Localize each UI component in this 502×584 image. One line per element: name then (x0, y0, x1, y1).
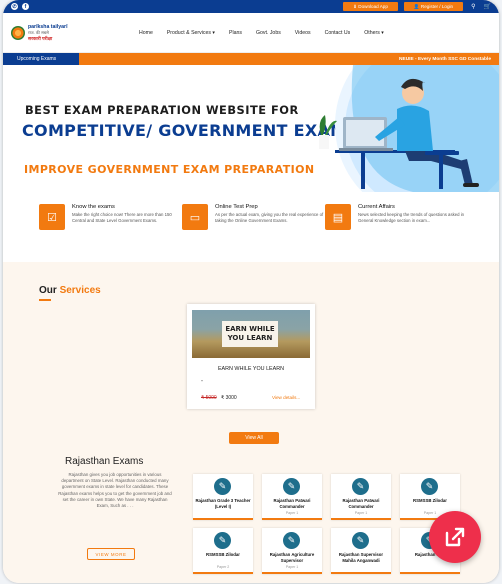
exam-paper: Paper 1 (354, 511, 368, 515)
facebook-icon[interactable]: f (22, 3, 29, 10)
feature-online-test-prep[interactable]: ▭ Online Test Prep As per the actual exa… (182, 204, 325, 260)
feature-title: Know the exams (72, 204, 115, 210)
exam-name: Rajasthan Grade 3 Teacher (Level I) (195, 498, 251, 509)
rajasthan-title: Rajasthan Exams (65, 456, 144, 467)
monitor-icon: ▭ (182, 204, 208, 230)
services-title-underline (39, 299, 51, 301)
cart-icon[interactable]: 🛒 (484, 3, 491, 10)
feature-title: Online Test Prep (215, 204, 258, 210)
service-card-price: ₹ 3000 (221, 395, 237, 401)
hero-section: BEST EXAM PREPARATION WEBSITE FOR COMPET… (3, 65, 499, 192)
exam-icon: ✎ (283, 532, 300, 549)
top-bar: ✆ f ⬇ Download App 👤 Register / Login ⚲ … (3, 0, 499, 13)
download-app-label: Download App (358, 4, 388, 9)
exam-name: Rajasthan Patwari Commander (273, 498, 311, 509)
menu-home[interactable]: Home (139, 30, 153, 36)
exam-card[interactable]: ✎ Rajasthan Patwari Commander Paper 1 (331, 474, 391, 520)
checklist-icon: ☑ (39, 204, 65, 230)
exam-icon: ✎ (283, 478, 300, 495)
external-link-icon (445, 527, 465, 547)
ticker-label: Upcoming Exams (3, 53, 79, 65)
services-title-plain: Our (39, 285, 60, 296)
feature-title: Current Affairs (358, 204, 395, 210)
features-row: ☑ Know the exams Make the right choice n… (3, 192, 499, 260)
hero-illustration (319, 65, 499, 192)
exam-name: RSMSSB Zilodar (413, 498, 447, 503)
main-nav: parîksha tailyarî राज. की सबसे सरकारी पर… (3, 13, 499, 53)
whatsapp-icon[interactable]: ✆ (11, 3, 18, 10)
exam-card[interactable]: ✎ Rajasthan Grade 3 Teacher (Level I) (193, 474, 253, 520)
service-card-title: EARN WHILE YOU LEARN (217, 366, 285, 372)
exam-name: RSMSSB Zilodar (206, 552, 240, 557)
service-card-view-details[interactable]: View details... (272, 395, 300, 400)
site-logo[interactable]: parîksha tailyarî राज. की सबसे सरकारी पर… (11, 18, 81, 48)
menu-videos[interactable]: Videos (295, 30, 311, 36)
external-link-button[interactable] (429, 511, 481, 563)
exam-icon: ✎ (214, 478, 231, 495)
services-title-accent: Services (59, 285, 101, 296)
exam-card[interactable]: ✎ RSMSSB Zilodar Paper 2 (193, 528, 253, 574)
exam-paper: Paper 2 (216, 565, 230, 569)
exam-name: Rajasthan Patwari Commander (342, 498, 380, 509)
feature-desc: As per the actual exam, giving you the r… (215, 212, 324, 223)
feature-desc: News selected keeping the trends of ques… (358, 212, 465, 223)
feature-desc: Make the right choice now! There are mor… (72, 212, 172, 223)
services-section: Our Services EARN WHILE YOU LEARN EARN W… (3, 262, 499, 583)
newspaper-icon: ▤ (325, 204, 351, 230)
logo-text: parîksha tailyarî राज. की सबसे सरकारी पर… (28, 24, 68, 42)
exam-icon: ✎ (352, 532, 369, 549)
logo-line-3: सरकारी परीक्षा (28, 35, 53, 41)
exam-card[interactable]: ✎ Rajasthan Agriculture Supervisor Paper… (262, 528, 322, 574)
hero-heading-1: BEST EXAM PREPARATION WEBSITE FOR (25, 103, 299, 117)
services-title: Our Services (39, 285, 101, 296)
exam-paper: Paper 1 (285, 565, 299, 569)
ticker-text[interactable]: NEUIE - Every Month SSC GD Constable (399, 57, 491, 62)
browser-frame: ✆ f ⬇ Download App 👤 Register / Login ⚲ … (3, 0, 499, 583)
exam-name: Rajasthan Supervisor Mahila Anganwadi (338, 552, 384, 563)
service-card-quote: " (201, 380, 203, 386)
feature-current-affairs[interactable]: ▤ Current Affairs News selected keeping … (325, 204, 468, 260)
exam-card[interactable]: ✎ Rajasthan Supervisor Mahila Anganwadi (331, 528, 391, 574)
view-all-button[interactable]: View All (229, 432, 279, 444)
menu: Home Product & Services ▾ Plans Govt. Jo… (139, 30, 398, 36)
service-card[interactable]: EARN WHILE YOU LEARN EARN WHILE YOU LEAR… (187, 304, 315, 409)
service-card-image: EARN WHILE YOU LEARN (192, 310, 310, 358)
register-login-label: Register / Login (420, 4, 454, 9)
service-card-old-price: ₹ 5000 (201, 395, 217, 401)
service-card-banner: EARN WHILE YOU LEARN (222, 321, 278, 347)
menu-govt-jobs[interactable]: Govt. Jobs (256, 30, 281, 36)
hero-heading-2: COMPETITIVE/ GOVERNMENT EXAM (22, 121, 347, 140)
menu-contact-us[interactable]: Contact Us (325, 30, 351, 36)
search-icon[interactable]: ⚲ (471, 3, 475, 10)
feature-know-exams[interactable]: ☑ Know the exams Make the right choice n… (39, 204, 182, 260)
exam-icon: ✎ (352, 478, 369, 495)
exam-name: Rajasthan Agriculture Supervisor (269, 552, 315, 563)
download-app-button[interactable]: ⬇ Download App (343, 2, 398, 11)
exam-icon: ✎ (421, 478, 438, 495)
logo-emblem-icon (11, 25, 25, 40)
upcoming-exams-ticker: Upcoming Exams NEUIE - Every Month SSC G… (3, 53, 499, 65)
menu-others[interactable]: Others ▾ (364, 30, 384, 36)
menu-products-services[interactable]: Product & Services ▾ (167, 30, 215, 36)
exam-card[interactable]: ✎ Rajasthan Patwari Commander Paper 1 (262, 474, 322, 520)
exam-paper: Paper 1 (285, 511, 299, 515)
hero-heading-3: IMPROVE GOVERNMENT EXAM PREPARATION (24, 163, 315, 176)
menu-plans[interactable]: Plans (229, 30, 242, 36)
view-more-button[interactable]: VIEW MORE (87, 548, 135, 560)
exam-icon: ✎ (214, 532, 231, 549)
register-login-button[interactable]: 👤 Register / Login (403, 2, 464, 11)
rajasthan-desc: Rajasthan gives you job opportunities in… (58, 472, 172, 509)
